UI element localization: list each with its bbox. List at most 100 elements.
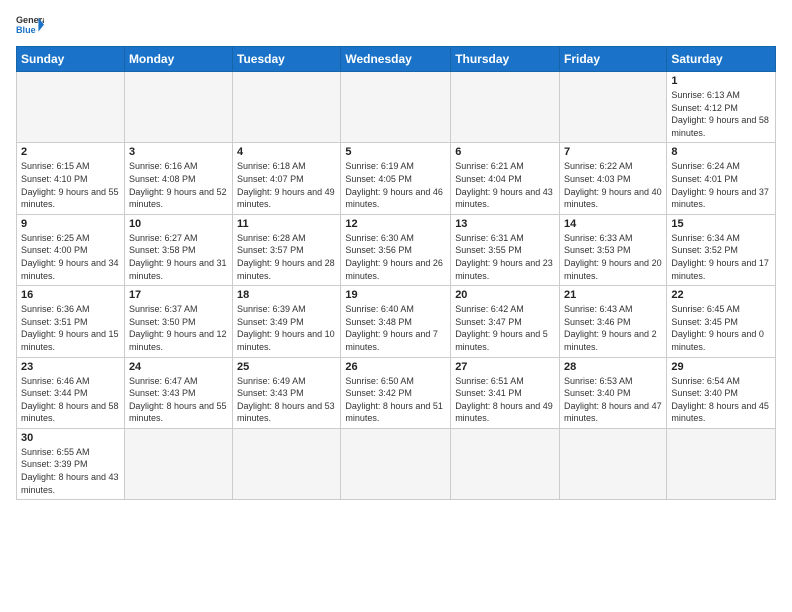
calendar-cell: 14Sunrise: 6:33 AM Sunset: 3:53 PM Dayli… (560, 214, 667, 285)
logo-icon: General Blue (16, 12, 44, 40)
calendar-cell (341, 72, 451, 143)
day-info: Sunrise: 6:42 AM Sunset: 3:47 PM Dayligh… (455, 303, 555, 353)
calendar-cell (124, 428, 232, 499)
day-number: 25 (237, 361, 336, 373)
weekday-header-row: SundayMondayTuesdayWednesdayThursdayFrid… (17, 47, 776, 72)
day-info: Sunrise: 6:24 AM Sunset: 4:01 PM Dayligh… (671, 160, 771, 210)
day-info: Sunrise: 6:43 AM Sunset: 3:46 PM Dayligh… (564, 303, 662, 353)
day-info: Sunrise: 6:22 AM Sunset: 4:03 PM Dayligh… (564, 160, 662, 210)
weekday-header-thursday: Thursday (451, 47, 560, 72)
calendar-cell: 26Sunrise: 6:50 AM Sunset: 3:42 PM Dayli… (341, 357, 451, 428)
day-number: 22 (671, 289, 771, 301)
calendar-cell (124, 72, 232, 143)
day-number: 16 (21, 289, 120, 301)
day-info: Sunrise: 6:34 AM Sunset: 3:52 PM Dayligh… (671, 232, 771, 282)
calendar-cell: 27 Sunrise: 6:51 AM Sunset: 3:41 PM Dayli… (451, 357, 560, 428)
calendar-cell: 16 Sunrise: 6:36 AM Sunset: 3:51 PM Dayli… (17, 286, 125, 357)
day-number: 18 (237, 289, 336, 301)
day-info: Sunrise: 6:37 AM Sunset: 3:50 PM Dayligh… (129, 303, 228, 353)
header: General Blue (16, 12, 776, 40)
calendar-cell: 6Sunrise: 6:21 AM Sunset: 4:04 PM Daylig… (451, 143, 560, 214)
calendar-table: SundayMondayTuesdayWednesdayThursdayFrid… (16, 46, 776, 500)
week-row-4: 23Sunrise: 6:46 AM Sunset: 3:44 PM Dayli… (17, 357, 776, 428)
calendar-cell: 10Sunrise: 6:27 AM Sunset: 3:58 PM Dayli… (124, 214, 232, 285)
calendar-cell: 29Sunrise: 6:54 AM Sunset: 3:40 PM Dayli… (667, 357, 776, 428)
day-number: 9 (21, 218, 120, 230)
week-row-0: 1Sunrise: 6:13 AM Sunset: 4:12 PM Daylig… (17, 72, 776, 143)
calendar-cell: 7 Sunrise: 6:22 AM Sunset: 4:03 PM Daylig… (560, 143, 667, 214)
week-row-3: 16 Sunrise: 6:36 AM Sunset: 3:51 PM Dayli… (17, 286, 776, 357)
week-row-5: 30 Sunrise: 6:55 AM Sunset: 3:39 PM Dayli… (17, 428, 776, 499)
day-number: 26 (345, 361, 446, 373)
calendar-cell: 2Sunrise: 6:15 AM Sunset: 4:10 PM Daylig… (17, 143, 125, 214)
svg-text:Blue: Blue (16, 25, 36, 35)
day-number: 4 (237, 146, 336, 158)
calendar-cell (451, 72, 560, 143)
calendar-cell: 8Sunrise: 6:24 AM Sunset: 4:01 PM Daylig… (667, 143, 776, 214)
day-info: Sunrise: 6:53 AM Sunset: 3:40 PM Dayligh… (564, 375, 662, 425)
day-number: 11 (237, 218, 336, 230)
calendar-cell: 24Sunrise: 6:47 AM Sunset: 3:43 PM Dayli… (124, 357, 232, 428)
day-info: Sunrise: 6:39 AM Sunset: 3:49 PM Dayligh… (237, 303, 336, 353)
calendar-cell (560, 72, 667, 143)
calendar-page: General Blue SundayMondayTuesdayWednesda… (0, 0, 792, 612)
day-info: Sunrise: 6:16 AM Sunset: 4:08 PM Dayligh… (129, 160, 228, 210)
weekday-header-sunday: Sunday (17, 47, 125, 72)
calendar-cell (341, 428, 451, 499)
calendar-cell (17, 72, 125, 143)
day-info: Sunrise: 6:28 AM Sunset: 3:57 PM Dayligh… (237, 232, 336, 282)
calendar-cell: 3 Sunrise: 6:16 AM Sunset: 4:08 PM Daylig… (124, 143, 232, 214)
calendar-cell: 5Sunrise: 6:19 AM Sunset: 4:05 PM Daylig… (341, 143, 451, 214)
day-number: 19 (345, 289, 446, 301)
day-info: Sunrise: 6:31 AM Sunset: 3:55 PM Dayligh… (455, 232, 555, 282)
calendar-cell (451, 428, 560, 499)
day-number: 12 (345, 218, 446, 230)
day-number: 10 (129, 218, 228, 230)
day-info: Sunrise: 6:13 AM Sunset: 4:12 PM Dayligh… (671, 89, 771, 139)
day-info: Sunrise: 6:15 AM Sunset: 4:10 PM Dayligh… (21, 160, 120, 210)
day-info: Sunrise: 6:18 AM Sunset: 4:07 PM Dayligh… (237, 160, 336, 210)
calendar-cell (560, 428, 667, 499)
day-number: 27 (455, 361, 555, 373)
calendar-cell: 4 Sunrise: 6:18 AM Sunset: 4:07 PM Daylig… (233, 143, 341, 214)
day-info: Sunrise: 6:51 AM Sunset: 3:41 PM Dayligh… (455, 375, 555, 425)
calendar-cell: 21Sunrise: 6:43 AM Sunset: 3:46 PM Dayli… (560, 286, 667, 357)
calendar-cell: 17 Sunrise: 6:37 AM Sunset: 3:50 PM Dayli… (124, 286, 232, 357)
calendar-cell: 28 Sunrise: 6:53 AM Sunset: 3:40 PM Dayli… (560, 357, 667, 428)
calendar-cell: 18 Sunrise: 6:39 AM Sunset: 3:49 PM Dayli… (233, 286, 341, 357)
day-info: Sunrise: 6:47 AM Sunset: 3:43 PM Dayligh… (129, 375, 228, 425)
calendar-cell: 19Sunrise: 6:40 AM Sunset: 3:48 PM Dayli… (341, 286, 451, 357)
weekday-header-monday: Monday (124, 47, 232, 72)
calendar-cell: 11 Sunrise: 6:28 AM Sunset: 3:57 PM Dayli… (233, 214, 341, 285)
day-info: Sunrise: 6:55 AM Sunset: 3:39 PM Dayligh… (21, 446, 120, 496)
day-number: 13 (455, 218, 555, 230)
weekday-header-wednesday: Wednesday (341, 47, 451, 72)
day-number: 15 (671, 218, 771, 230)
calendar-cell: 25 Sunrise: 6:49 AM Sunset: 3:43 PM Dayli… (233, 357, 341, 428)
day-number: 3 (129, 146, 228, 158)
weekday-header-saturday: Saturday (667, 47, 776, 72)
day-number: 28 (564, 361, 662, 373)
calendar-cell: 9Sunrise: 6:25 AM Sunset: 4:00 PM Daylig… (17, 214, 125, 285)
day-info: Sunrise: 6:36 AM Sunset: 3:51 PM Dayligh… (21, 303, 120, 353)
calendar-cell: 30 Sunrise: 6:55 AM Sunset: 3:39 PM Dayli… (17, 428, 125, 499)
day-number: 23 (21, 361, 120, 373)
weekday-header-friday: Friday (560, 47, 667, 72)
calendar-cell: 23Sunrise: 6:46 AM Sunset: 3:44 PM Dayli… (17, 357, 125, 428)
logo: General Blue (16, 12, 44, 40)
day-number: 20 (455, 289, 555, 301)
day-info: Sunrise: 6:30 AM Sunset: 3:56 PM Dayligh… (345, 232, 446, 282)
week-row-2: 9Sunrise: 6:25 AM Sunset: 4:00 PM Daylig… (17, 214, 776, 285)
calendar-cell: 13 Sunrise: 6:31 AM Sunset: 3:55 PM Dayli… (451, 214, 560, 285)
calendar-cell (233, 428, 341, 499)
day-info: Sunrise: 6:49 AM Sunset: 3:43 PM Dayligh… (237, 375, 336, 425)
calendar-cell: 12 Sunrise: 6:30 AM Sunset: 3:56 PM Dayli… (341, 214, 451, 285)
calendar-cell: 15 Sunrise: 6:34 AM Sunset: 3:52 PM Dayli… (667, 214, 776, 285)
day-info: Sunrise: 6:54 AM Sunset: 3:40 PM Dayligh… (671, 375, 771, 425)
day-number: 7 (564, 146, 662, 158)
calendar-cell (233, 72, 341, 143)
calendar-cell: 20 Sunrise: 6:42 AM Sunset: 3:47 PM Dayli… (451, 286, 560, 357)
day-number: 30 (21, 432, 120, 444)
day-number: 17 (129, 289, 228, 301)
day-info: Sunrise: 6:33 AM Sunset: 3:53 PM Dayligh… (564, 232, 662, 282)
